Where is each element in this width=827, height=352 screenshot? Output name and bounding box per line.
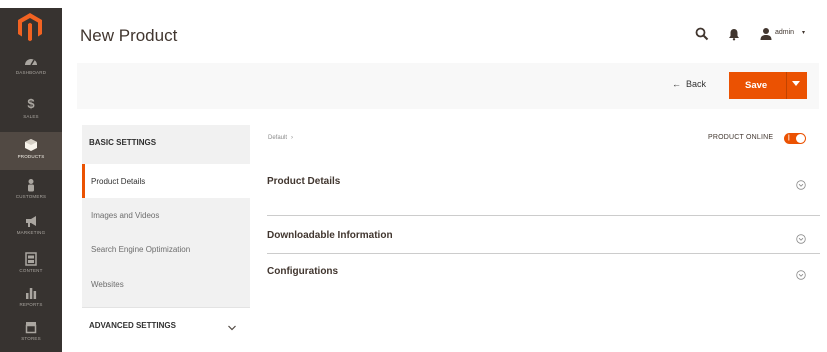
sidebar-item-marketing[interactable]: MARKETING: [0, 208, 62, 246]
bar-chart-icon: [0, 283, 62, 301]
top-border: [0, 0, 827, 8]
sidebar-item-reports[interactable]: REPORTS: [0, 280, 62, 318]
tab-label: Websites: [91, 280, 124, 289]
toggle-on-mark: |: [788, 135, 790, 141]
search-icon[interactable]: [695, 27, 709, 41]
page-title: New Product: [80, 26, 178, 45]
sidebar-item-customers[interactable]: CUSTOMERS: [0, 172, 62, 210]
sidebar-item-label: MARKETING: [16, 230, 46, 235]
back-label: Back: [686, 79, 707, 89]
sidebar-item-label: CUSTOMERS: [15, 194, 47, 199]
expand-circle-icon[interactable]: [796, 177, 806, 190]
section-downloadable-information[interactable]: Downloadable Information: [267, 215, 820, 249]
store-view-label: Default: [268, 135, 288, 141]
sidebar-item-label: STORES: [21, 336, 41, 341]
dollar-icon: $: [27, 96, 35, 111]
tab-label: Search Engine Optimization: [91, 245, 191, 254]
section-product-details[interactable]: Product Details: [267, 170, 820, 204]
sidebar-item-label: PRODUCTS: [17, 154, 45, 159]
section-title: Configurations: [267, 266, 339, 277]
speedometer-icon: [0, 51, 62, 69]
basic-settings-title: BASIC SETTINGS: [89, 138, 157, 147]
magento-logo[interactable]: [17, 12, 43, 42]
toggle-knob: [796, 134, 805, 143]
sidebar-item-label: REPORTS: [19, 302, 43, 307]
arrow-left-icon: ←: [672, 79, 681, 89]
tab-images-and-videos[interactable]: Images and Videos: [82, 198, 250, 232]
sidebar-item-label: SALES: [23, 114, 39, 119]
page-actions-bar: [77, 63, 819, 109]
tab-product-details[interactable]: Product Details: [82, 164, 250, 198]
admin-sidebar: DASHBOARD $ SALES PRODUCTS CUSTOMERS MAR…: [0, 8, 62, 352]
breadcrumb-separator: ›: [291, 135, 294, 141]
basic-settings-group: BASIC SETTINGS Product Details Images an…: [82, 125, 250, 307]
sidebar-item-sales[interactable]: $ SALES: [0, 92, 62, 130]
bell-icon[interactable]: [728, 27, 740, 41]
tab-search-engine-optimization[interactable]: Search Engine Optimization: [82, 232, 250, 266]
person-icon: [0, 175, 62, 193]
product-online-label: PRODUCT ONLINE: [708, 134, 774, 141]
sidebar-item-products[interactable]: PRODUCTS: [0, 132, 62, 170]
caret-down-icon[interactable]: [792, 81, 800, 86]
layout-icon: [0, 249, 62, 267]
section-title: Product Details: [267, 176, 341, 187]
save-split-button[interactable]: Save: [729, 72, 807, 99]
section-title: Downloadable Information: [267, 230, 393, 241]
chevron-down-icon: [227, 319, 237, 331]
sidebar-item-label: CONTENT: [19, 268, 43, 273]
store-view-switcher[interactable]: Default ›: [268, 135, 293, 141]
tab-websites[interactable]: Websites: [82, 267, 250, 301]
sidebar-item-content[interactable]: CONTENT: [0, 246, 62, 284]
advanced-settings-toggle[interactable]: ADVANCED SETTINGS: [82, 307, 250, 340]
tab-label: Images and Videos: [91, 211, 160, 220]
user-icon[interactable]: [760, 27, 772, 41]
cube-icon: [0, 135, 62, 153]
section-configurations[interactable]: Configurations: [267, 253, 820, 287]
store-icon: [0, 317, 62, 335]
sidebar-item-label: DASHBOARD: [15, 70, 47, 75]
sidebar-item-dashboard[interactable]: DASHBOARD: [0, 48, 62, 86]
megaphone-icon: [0, 211, 62, 229]
sidebar-item-stores[interactable]: STORES: [0, 314, 62, 352]
advanced-settings-title: ADVANCED SETTINGS: [89, 321, 176, 330]
caret-down-icon[interactable]: ▾: [802, 29, 805, 36]
product-tabs: BASIC SETTINGS Product Details Images an…: [82, 125, 250, 340]
product-online-toggle[interactable]: |: [784, 133, 806, 144]
admin-user-label[interactable]: admin: [775, 29, 794, 36]
save-button[interactable]: Save: [745, 80, 767, 91]
back-button[interactable]: ← Back: [672, 79, 706, 89]
split-divider: [786, 72, 787, 99]
expand-circle-icon[interactable]: [796, 267, 806, 280]
expand-circle-icon[interactable]: [796, 231, 806, 244]
tab-label: Product Details: [91, 177, 146, 186]
